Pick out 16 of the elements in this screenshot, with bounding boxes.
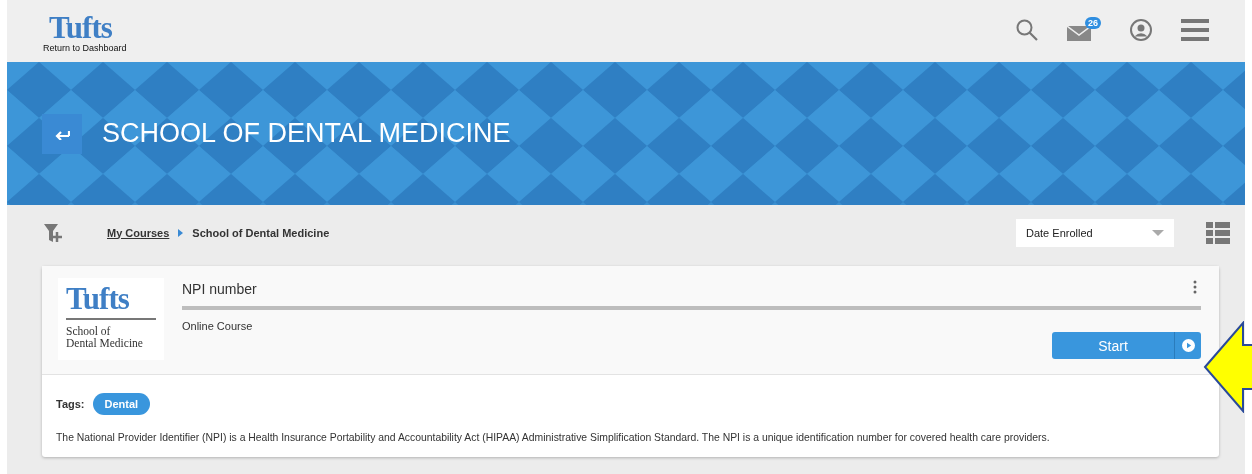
return-link[interactable]: Return to Dashboard <box>43 43 127 53</box>
course-description: The National Provider Identifier (NPI) is a Health Insurance Portability and Accountability Act (HIPAA) Administrative Simplification Standard. The NPI is a unique identification number for covered health care providers. <box>56 432 1051 443</box>
course-logo: Tufts School of Dental Medicine <box>58 278 164 360</box>
page-title: SCHOOL OF DENTAL MEDICINE <box>102 118 511 149</box>
logo: Tufts <box>49 13 112 43</box>
course-type: Online Course <box>182 320 253 332</box>
play-icon <box>1181 339 1195 352</box>
list-view-icon[interactable] <box>1206 221 1230 244</box>
chevron-icon <box>178 228 184 237</box>
sort-dropdown[interactable]: Date Enrolled <box>1016 218 1174 247</box>
filter-add-icon[interactable] <box>43 221 63 244</box>
course-title: NPI number <box>182 280 257 297</box>
tags-label: Tags: <box>56 398 85 410</box>
breadcrumb-link[interactable]: My Courses <box>107 226 170 239</box>
back-button[interactable] <box>42 113 82 154</box>
breadcrumb-current: School of Dental Medicine <box>192 226 330 239</box>
